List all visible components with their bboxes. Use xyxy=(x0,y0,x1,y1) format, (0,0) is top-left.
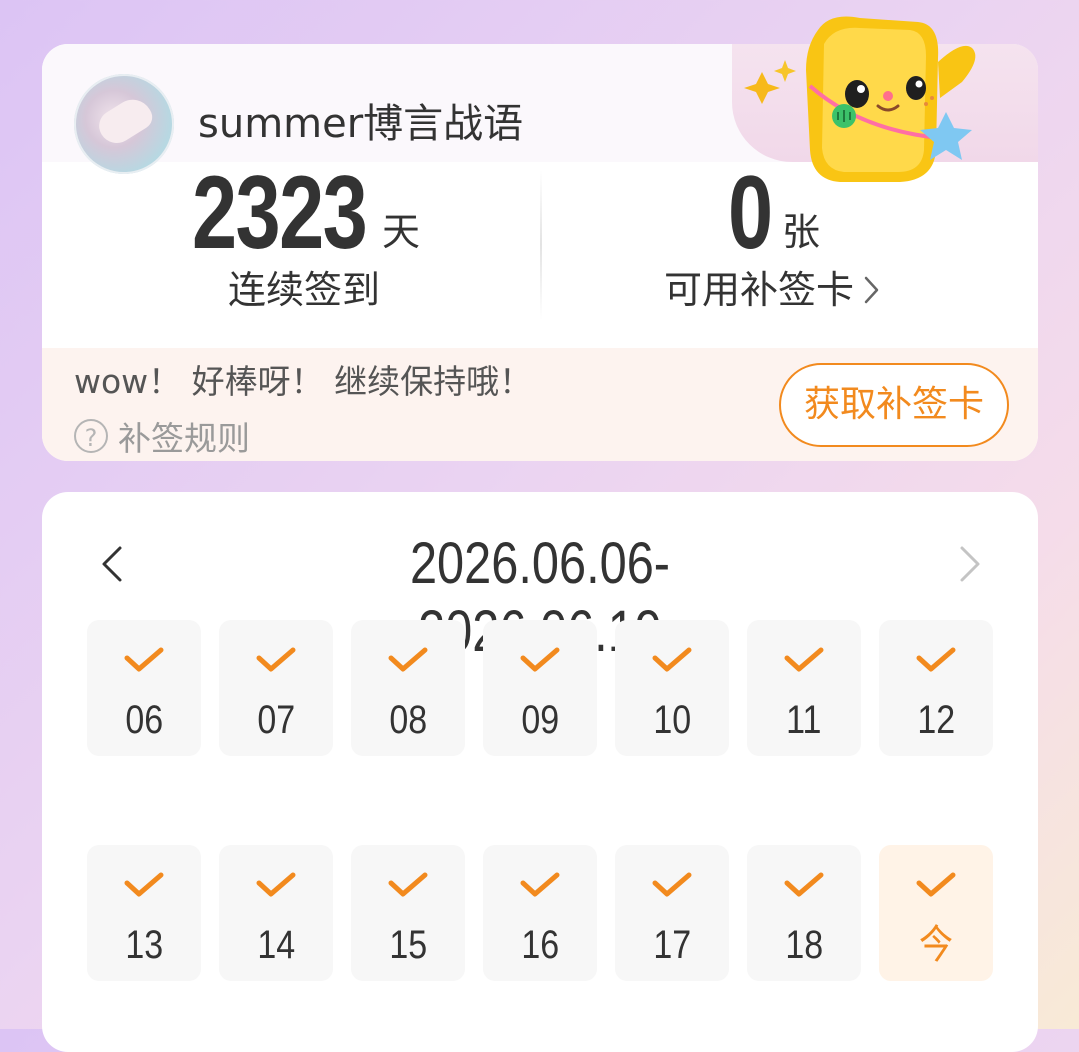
get-makeup-card-button[interactable]: 获取补签卡 xyxy=(779,363,1009,447)
chevron-right-icon[interactable] xyxy=(862,274,882,306)
check-icon xyxy=(652,647,692,672)
encouragement-text: wow！ 好棒呀！ 继续保持哦！ xyxy=(74,362,533,401)
next-period-button[interactable] xyxy=(952,540,992,588)
day-tile[interactable]: 13 xyxy=(87,845,201,981)
check-icon xyxy=(256,872,296,897)
day-tile[interactable]: 07 xyxy=(219,620,333,756)
day-label: 16 xyxy=(521,923,559,967)
day-tile[interactable]: 06 xyxy=(87,620,201,756)
day-tile[interactable]: 10 xyxy=(615,620,729,756)
avatar[interactable] xyxy=(74,74,174,174)
check-icon xyxy=(256,647,296,672)
day-tile[interactable]: 18 xyxy=(747,845,861,981)
day-label: 07 xyxy=(257,698,295,742)
day-label: 15 xyxy=(389,923,427,967)
check-icon xyxy=(652,872,692,897)
day-label: 09 xyxy=(521,698,559,742)
day-label: 17 xyxy=(653,923,691,967)
check-icon xyxy=(784,872,824,897)
check-icon xyxy=(916,647,956,672)
day-label: 18 xyxy=(785,923,823,967)
day-label: 12 xyxy=(917,698,955,742)
day-label: 14 xyxy=(257,923,295,967)
makeup-card-count[interactable]: 0 xyxy=(728,158,773,268)
makeup-card-unit: 张 xyxy=(782,210,821,254)
day-tile[interactable]: 15 xyxy=(351,845,465,981)
day-tile[interactable]: 09 xyxy=(483,620,597,756)
check-icon xyxy=(388,872,428,897)
check-icon xyxy=(124,647,164,672)
day-label: 06 xyxy=(125,698,163,742)
day-tile[interactable]: 12 xyxy=(879,620,993,756)
mascot-illustration xyxy=(744,16,976,182)
streak-days-value: 2323 xyxy=(192,155,368,271)
day-tile[interactable]: 16 xyxy=(483,845,597,981)
check-icon xyxy=(520,647,560,672)
day-tile[interactable]: 11 xyxy=(747,620,861,756)
day-tile[interactable]: 17 xyxy=(615,845,729,981)
day-label: 今 xyxy=(919,923,953,967)
makeup-card-label[interactable]: 可用补签卡 xyxy=(664,266,854,314)
check-icon xyxy=(124,872,164,897)
streak-days-unit: 天 xyxy=(382,210,421,254)
rules-link[interactable]: ? 补签规则 xyxy=(74,414,250,458)
day-tile-today[interactable]: 今 xyxy=(879,845,993,981)
day-tile[interactable]: 14 xyxy=(219,845,333,981)
check-icon xyxy=(520,872,560,897)
streak-days-label: 连续签到 xyxy=(228,268,381,312)
prev-period-button[interactable] xyxy=(96,540,136,588)
check-icon xyxy=(388,647,428,672)
day-label: 10 xyxy=(653,698,691,742)
day-tile[interactable]: 08 xyxy=(351,620,465,756)
check-icon xyxy=(784,647,824,672)
day-label: 08 xyxy=(389,698,427,742)
question-icon: ? xyxy=(74,419,108,453)
day-label: 11 xyxy=(786,698,822,742)
stats-divider xyxy=(540,170,542,320)
username: summer博言战语 xyxy=(198,101,524,147)
day-label: 13 xyxy=(125,923,163,967)
rules-label: 补签规则 xyxy=(118,419,250,458)
check-icon xyxy=(916,872,956,897)
